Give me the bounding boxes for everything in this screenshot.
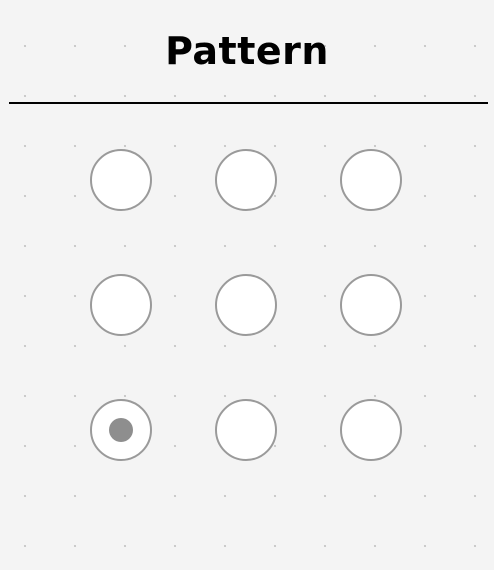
pattern-node-4[interactable] — [90, 274, 152, 336]
page-title: Pattern — [165, 29, 329, 73]
pattern-node-9[interactable] — [340, 399, 402, 461]
pattern-node-6[interactable] — [340, 274, 402, 336]
title-divider — [9, 102, 488, 104]
pattern-node-7[interactable] — [90, 399, 152, 461]
pattern-node-3[interactable] — [340, 149, 402, 211]
selected-dot — [109, 418, 133, 442]
pattern-node-1[interactable] — [90, 149, 152, 211]
pattern-node-5[interactable] — [215, 274, 277, 336]
pattern-node-8[interactable] — [215, 399, 277, 461]
pattern-node-2[interactable] — [215, 149, 277, 211]
pattern-grid[interactable] — [90, 149, 407, 466]
header: Pattern — [0, 0, 494, 104]
